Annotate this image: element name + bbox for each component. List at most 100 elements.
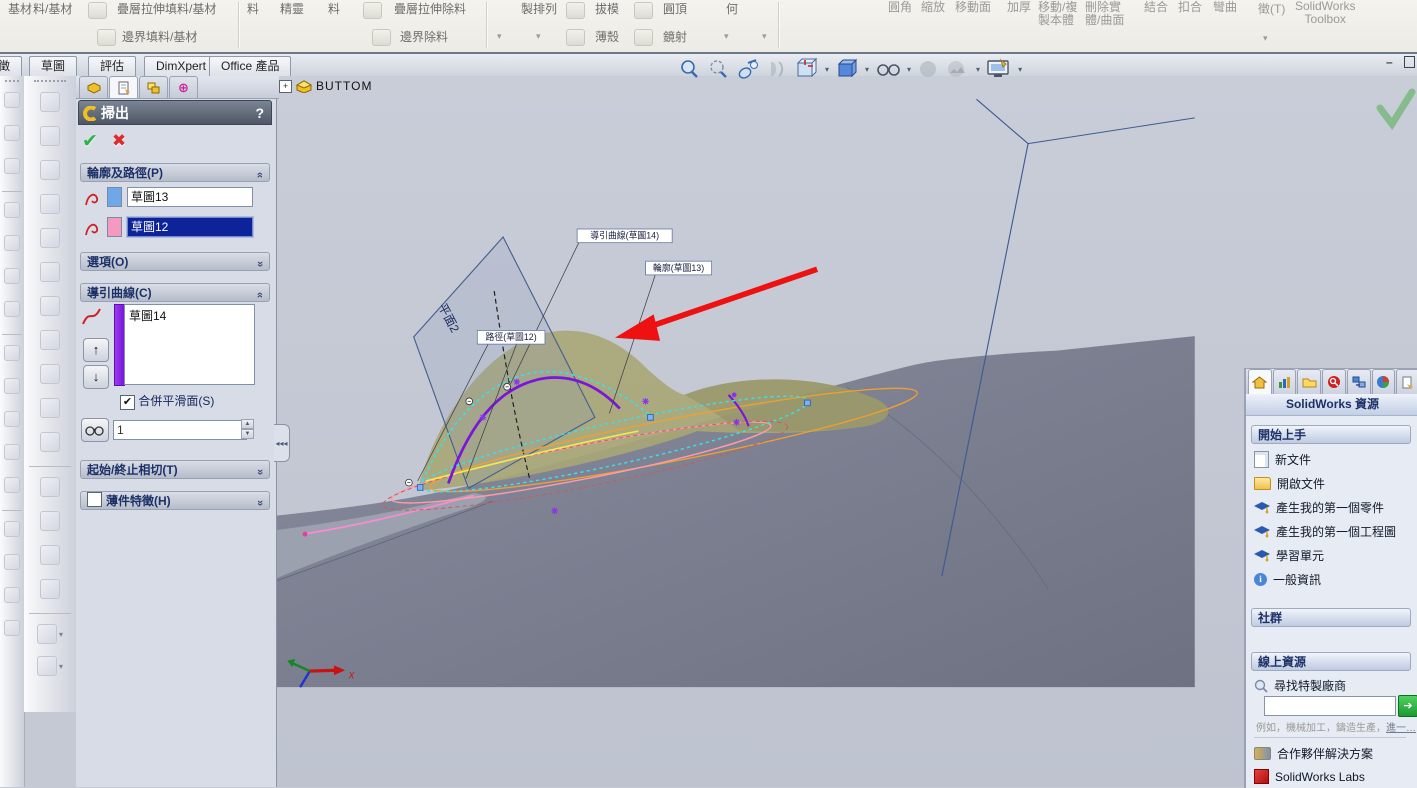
section-start-end-tangency[interactable]: 起始/終止相切(T) » [80,460,270,479]
ribbon-item[interactable]: 加厚 [1007,1,1031,14]
dropdown-arrow-icon[interactable]: ▾ [59,662,63,671]
surface-tool-icon[interactable] [40,364,60,384]
supplier-search-input[interactable] [1264,696,1396,716]
zoom-area-icon[interactable] [707,56,731,82]
ribbon-item[interactable]: 移動面 [955,1,991,14]
collapse-chevron-icon[interactable]: » [251,172,269,178]
toolbar-icon[interactable] [4,411,20,427]
restore-icon[interactable] [1404,56,1415,68]
toolbar-icon[interactable] [4,125,20,141]
link-label[interactable]: 尋找特製廠商 [1274,677,1346,694]
asterisk-marker[interactable] [732,418,741,427]
link-label[interactable]: SolidWorks Labs [1275,770,1365,784]
dropdown-arrow-icon[interactable]: ▾ [825,65,829,74]
move-up-button[interactable]: ↑ [83,338,109,362]
expand-chevron-icon[interactable]: » [251,500,269,506]
ribbon-item[interactable]: 料 [328,3,340,16]
guide-curves-listbox[interactable]: 草圖14 [124,304,255,385]
dropdown-arrow-icon[interactable]: ▾ [762,31,767,42]
link-open-document[interactable]: 開啟文件 [1254,475,1325,492]
ribbon-item[interactable]: 料 [247,3,259,16]
link-general-info[interactable]: i 一般資訊 [1254,571,1321,588]
previous-view-icon[interactable] [736,56,762,82]
ok-button[interactable]: ✔ [82,130,98,153]
asterisk-marker[interactable] [479,413,487,422]
view-settings-icon[interactable] [985,56,1013,82]
callout-profile[interactable]: 輪廓(草圖13) [645,260,713,276]
toolbar-grip[interactable] [4,80,20,84]
expand-chevron-icon[interactable]: » [251,261,269,267]
link-label[interactable]: 合作夥伴解決方案 [1277,745,1373,762]
ribbon-item[interactable]: 精靈 [280,3,304,16]
merge-faces-checkbox[interactable]: ✔ [120,395,135,410]
tab-configurations[interactable] [139,76,168,98]
surface-tool-icon[interactable] [40,477,60,497]
reference-plane-edge[interactable] [1028,117,1195,145]
toolbar-icon[interactable] [4,444,20,460]
surface-tool-icon[interactable] [40,262,60,282]
dropdown-arrow-icon[interactable]: ▾ [865,65,869,74]
toolbar-icon[interactable] [4,301,20,317]
section-profile-path[interactable]: 輪廓及路徑(P) » [80,163,270,182]
toolbar-grip[interactable] [34,80,66,84]
surface-tool-icon[interactable] [36,624,57,644]
thin-feature-checkbox[interactable] [87,492,102,507]
view-orientation-icon[interactable] [794,56,820,82]
tab-feature-tree[interactable] [79,76,108,98]
link-solidworks-labs[interactable]: SolidWorks Labs [1254,769,1365,784]
hide-show-items-icon[interactable] [874,56,902,82]
ribbon-item[interactable]: 疊層拉伸除料 [394,3,466,16]
path-selection-field[interactable]: 草圖12 [126,216,254,238]
move-down-button[interactable]: ↓ [83,365,109,389]
expand-icon[interactable]: + [279,79,292,93]
dropdown-arrow-icon[interactable]: ▾ [1263,33,1268,44]
section-guide-curves[interactable]: 導引曲線(C) » [80,283,270,302]
surface-tool-icon[interactable] [40,330,60,350]
boundary-cut-icon[interactable] [372,29,391,46]
ribbon-item[interactable]: 基材 [8,3,32,16]
surface-tool-icon[interactable] [40,92,60,112]
section-view-icon[interactable] [767,56,789,82]
ribbon-item[interactable]: 料/基材 [33,3,72,16]
tab-sketch[interactable]: 草圖 [29,56,78,76]
help-icon[interactable]: ? [255,101,264,126]
link-new-document[interactable]: 新文件 [1254,451,1311,468]
link-label[interactable]: 一般資訊 [1273,571,1321,588]
toolbar-icon[interactable] [4,235,20,251]
ribbon-item[interactable]: 扣合 [1178,1,1202,14]
section-number-input[interactable]: 1 [113,420,247,440]
dropdown-arrow-icon[interactable]: ▾ [59,630,63,639]
ribbon-item[interactable]: 結合 [1144,1,1168,14]
dropdown-arrow-icon[interactable]: ▾ [724,31,729,42]
ribbon-item[interactable]: 製排列 [521,3,557,16]
handle[interactable] [647,414,654,421]
toolbar-icon[interactable] [4,477,20,493]
link-tutorials[interactable]: 學習單元 [1254,547,1324,564]
section-online-resources[interactable]: 線上資源 [1251,652,1411,671]
spin-down-icon[interactable]: ▼ [241,429,254,439]
shell-icon[interactable] [566,29,585,46]
toolbar-icon[interactable] [4,554,20,570]
spinner-buttons[interactable]: ▲ ▼ [241,419,254,439]
spline-point[interactable] [302,531,308,537]
ribbon-item[interactable]: 鏡射 [663,31,687,44]
edit-appearance-icon[interactable] [916,56,940,82]
link-label[interactable]: 產生我的第一個工程圖 [1276,523,1396,540]
link-label[interactable]: 學習單元 [1276,547,1324,564]
merge-faces-label[interactable]: 合併平滑面(S) [138,394,214,408]
link-first-part[interactable]: 產生我的第一個零件 [1254,499,1384,516]
toolbar-icon[interactable] [4,268,20,284]
draft-icon[interactable] [566,2,585,19]
apply-scene-icon[interactable] [945,56,971,82]
tab-features[interactable]: 徵 [0,56,23,76]
surface-tool-icon[interactable] [40,126,60,146]
ribbon-item[interactable]: 移動/複 製本體 [1038,1,1077,27]
find-suppliers-label[interactable]: 尋找特製廠商 [1254,677,1346,694]
toolbar-icon[interactable] [4,587,20,603]
toolbar-icon[interactable] [4,92,20,108]
surface-tool-icon[interactable] [40,432,60,452]
dropdown-arrow-icon[interactable]: ▾ [536,31,541,42]
vertex-marker[interactable] [465,397,474,406]
profile-selection-field[interactable]: 草圖13 [127,187,253,207]
surface-tool-icon[interactable] [40,579,60,599]
